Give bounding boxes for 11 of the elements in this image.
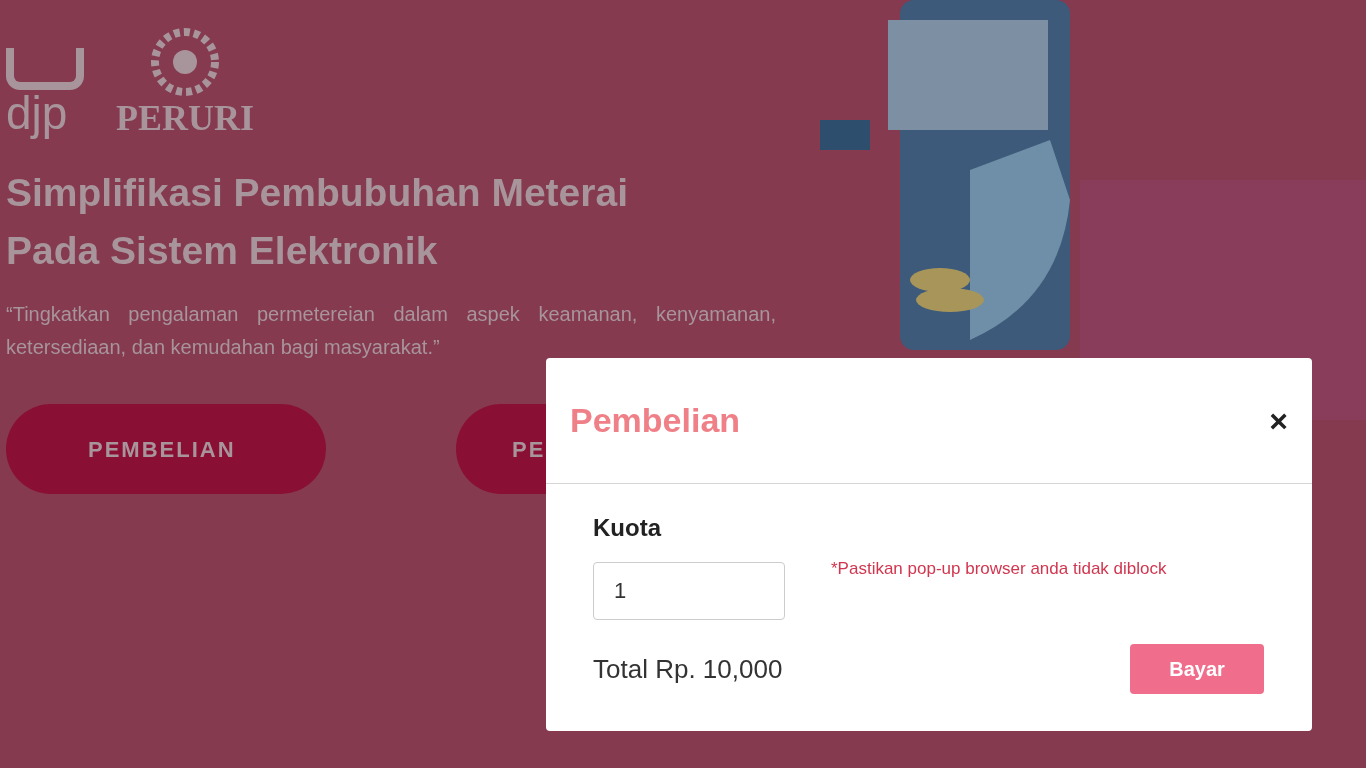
modal-title: Pembelian [570, 400, 741, 441]
field-label: Kuota [593, 513, 663, 543]
square-logo-icon [6, 48, 84, 90]
quota-field[interactable]: 1 [593, 562, 785, 620]
total-price: Total Rp. 10,000 [593, 652, 783, 686]
close-button[interactable]: × [1269, 404, 1288, 437]
hero-heading: Pada Sistem Elektronik [6, 228, 439, 274]
hero-quote: “Tingkatkan pengalaman permetereian dalam aspek keamanan, kenyamanan, ketersediaan, dan kemudahan bagi masyarakat.” [6, 302, 776, 360]
popup-note: *Pastikan pop-up browser anda tidak diblock [831, 558, 1167, 580]
hero-heading: Simplifikasi Pembubuhan Meterai [6, 170, 629, 216]
logo-text: PERURI [116, 100, 254, 136]
